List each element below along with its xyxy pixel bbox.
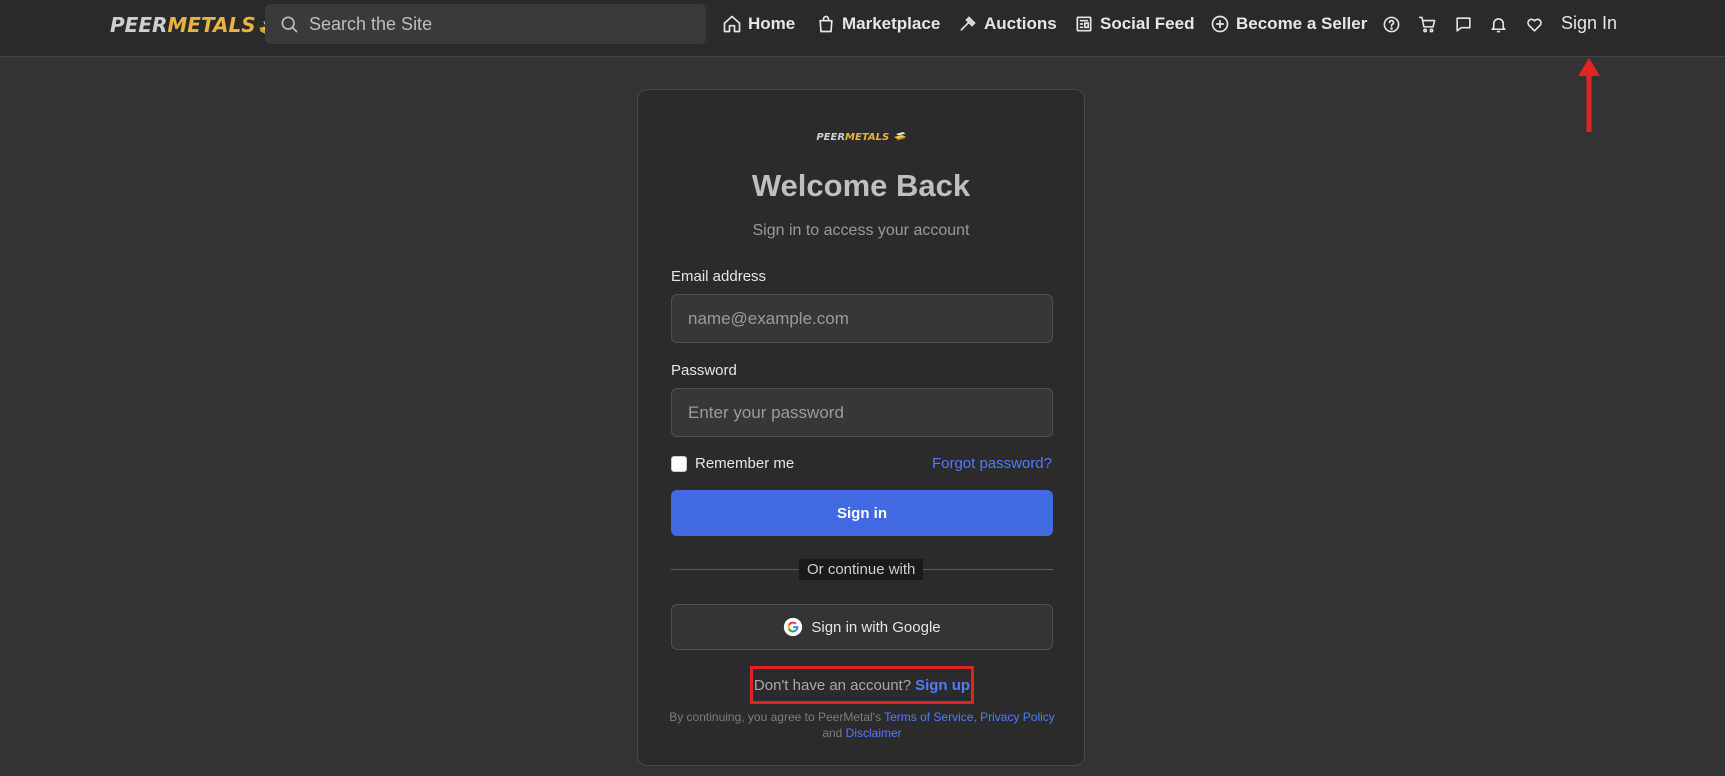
nav-become-seller[interactable]: Become a Seller xyxy=(1210,11,1367,37)
sign-in-card: PEERMETALS Welcome Back Sign in to acces… xyxy=(637,89,1085,766)
help-button[interactable] xyxy=(1381,14,1401,34)
sign-up-link[interactable]: Sign up xyxy=(915,677,970,694)
password-label: Password xyxy=(671,362,737,379)
sign-up-prompt: Don't have an account? Sign up xyxy=(750,666,974,704)
forgot-password-link[interactable]: Forgot password? xyxy=(932,455,1052,472)
remember-me-checkbox[interactable] xyxy=(671,455,687,472)
chat-icon xyxy=(1455,16,1471,32)
cart-icon xyxy=(1418,16,1435,32)
gold-bars-icon xyxy=(893,132,906,141)
annotation-arrow-icon xyxy=(1578,58,1600,132)
notifications-button[interactable] xyxy=(1488,14,1508,34)
page-title: Welcome Back xyxy=(751,168,971,203)
nav-home[interactable]: Home xyxy=(722,11,795,37)
disclaimer-link[interactable]: Disclaimer xyxy=(846,726,902,740)
nav-marketplace[interactable]: Marketplace xyxy=(816,11,940,37)
gavel-icon xyxy=(960,16,976,31)
plus-circle-icon xyxy=(1211,15,1229,33)
heart-icon xyxy=(1526,18,1542,32)
header-sign-in-link[interactable]: Sign In xyxy=(1561,13,1617,34)
nav-auctions[interactable]: Auctions xyxy=(958,11,1057,37)
legal-and: and xyxy=(822,726,846,740)
card-logo: PEERMETALS xyxy=(638,130,1084,143)
google-sign-in-button[interactable]: Sign in with Google xyxy=(671,604,1053,650)
nav-auctions-label: Auctions xyxy=(984,14,1057,33)
privacy-policy-link[interactable]: Privacy Policy xyxy=(980,710,1055,724)
help-icon xyxy=(1383,16,1399,32)
nav-social-feed[interactable]: Social Feed xyxy=(1074,11,1194,37)
peermetals-logo[interactable]: PEER METALS xyxy=(110,12,284,38)
google-icon xyxy=(784,617,803,637)
remember-me[interactable]: Remember me xyxy=(671,455,794,472)
email-field[interactable] xyxy=(671,294,1053,343)
legal-prefix: By continuing, you agree to PeerMetal's xyxy=(669,710,885,724)
logo-text-metals: METALS xyxy=(167,13,256,37)
terms-link[interactable]: Terms of Service xyxy=(884,710,973,724)
messages-button[interactable] xyxy=(1453,14,1473,34)
card-logo-peer: PEER xyxy=(816,132,846,143)
search-icon xyxy=(281,16,298,33)
search-input[interactable] xyxy=(309,13,689,35)
divider-text: Or continue with xyxy=(799,559,924,580)
sign-up-prompt-text: Don't have an account? xyxy=(753,676,912,694)
page-subtitle: Sign in to access your account xyxy=(752,222,970,239)
nav-become-seller-label: Become a Seller xyxy=(1236,14,1368,33)
password-field[interactable] xyxy=(671,388,1053,437)
nav-marketplace-label: Marketplace xyxy=(842,14,941,33)
card-logo-metals: METALS xyxy=(845,132,890,143)
email-label: Email address xyxy=(671,268,767,285)
logo-text-peer: PEER xyxy=(110,13,168,37)
wishlist-button[interactable] xyxy=(1524,14,1544,34)
newspaper-icon xyxy=(1076,16,1092,32)
cart-button[interactable] xyxy=(1417,14,1437,34)
home-icon xyxy=(723,15,741,33)
nav-social-feed-label: Social Feed xyxy=(1100,14,1195,33)
legal-notice: By continuing, you agree to PeerMetal's … xyxy=(668,709,1056,741)
remember-me-label: Remember me xyxy=(695,455,795,472)
sign-in-button[interactable]: Sign in xyxy=(671,490,1053,536)
shopping-bag-icon xyxy=(819,15,833,33)
site-search[interactable] xyxy=(265,4,706,44)
bell-icon xyxy=(1490,17,1506,32)
top-navigation-bar: PEERMETALS Home Marketplace Auctions Soc… xyxy=(0,0,1725,57)
google-button-label: Sign in with Google xyxy=(811,618,941,636)
nav-home-label: Home xyxy=(748,14,796,33)
